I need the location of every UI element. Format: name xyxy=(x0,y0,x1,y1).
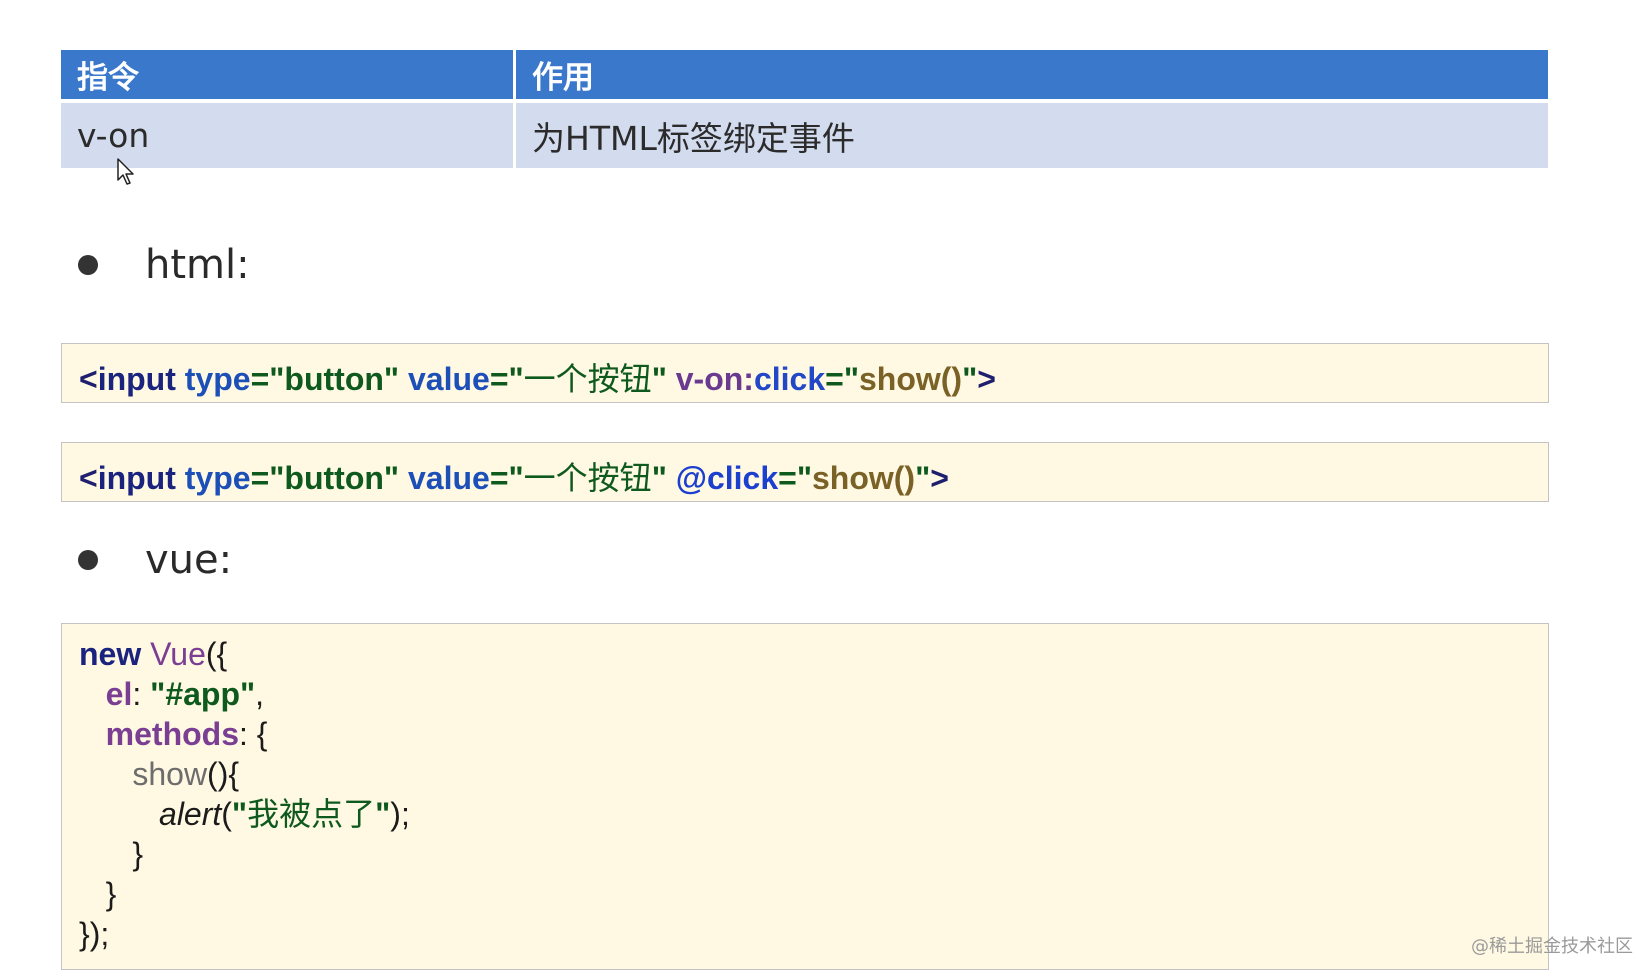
directive-table: 指令 作用 v-on 为HTML标签绑定事件 xyxy=(61,50,1548,168)
watermark: @稀土掘金技术社区 xyxy=(1471,936,1633,957)
code-line-4: show(){ xyxy=(132,756,240,792)
code-line-5: alert("我被点了"); xyxy=(159,795,410,833)
code-line-6: } xyxy=(132,836,144,872)
code-line-1: new Vue({ xyxy=(79,636,228,672)
bullet-dot-icon xyxy=(78,255,98,275)
header-purpose: 作用 xyxy=(516,50,1548,103)
code-line-7: } xyxy=(105,876,117,912)
bullet-dot-icon xyxy=(78,550,98,570)
table-header-row: 指令 作用 xyxy=(61,50,1548,103)
code-line-8: }); xyxy=(79,916,110,952)
slide-page: 指令 作用 v-on 为HTML标签绑定事件 html: <input type… xyxy=(0,0,1637,976)
code-box-shorthand: <input type="button" value="一个按钮" @click… xyxy=(61,442,1549,502)
cell-purpose: 为HTML标签绑定事件 xyxy=(516,103,1548,168)
bullet-vue: vue: xyxy=(78,537,232,583)
bullet-html-label: html: xyxy=(145,242,250,288)
code-box-vue: new Vue({ el: "#app", methods: { show(){… xyxy=(61,623,1549,970)
vue-code-block: new Vue({ el: "#app", methods: { show(){… xyxy=(79,634,410,954)
code-line-3: methods: { xyxy=(105,716,268,752)
mouse-pointer-icon xyxy=(117,158,134,185)
code-line-shorthand: <input type="button" value="一个按钮" @click… xyxy=(79,459,949,497)
bullet-html: html: xyxy=(78,242,250,288)
code-box-v-on: <input type="button" value="一个按钮" v-on:c… xyxy=(61,343,1549,403)
bullet-vue-label: vue: xyxy=(145,537,233,583)
table-row: v-on 为HTML标签绑定事件 xyxy=(61,103,1548,168)
code-line-2: el: "#app", xyxy=(105,676,265,712)
code-line-v-on: <input type="button" value="一个按钮" v-on:c… xyxy=(79,360,996,398)
header-directive: 指令 xyxy=(61,50,516,103)
